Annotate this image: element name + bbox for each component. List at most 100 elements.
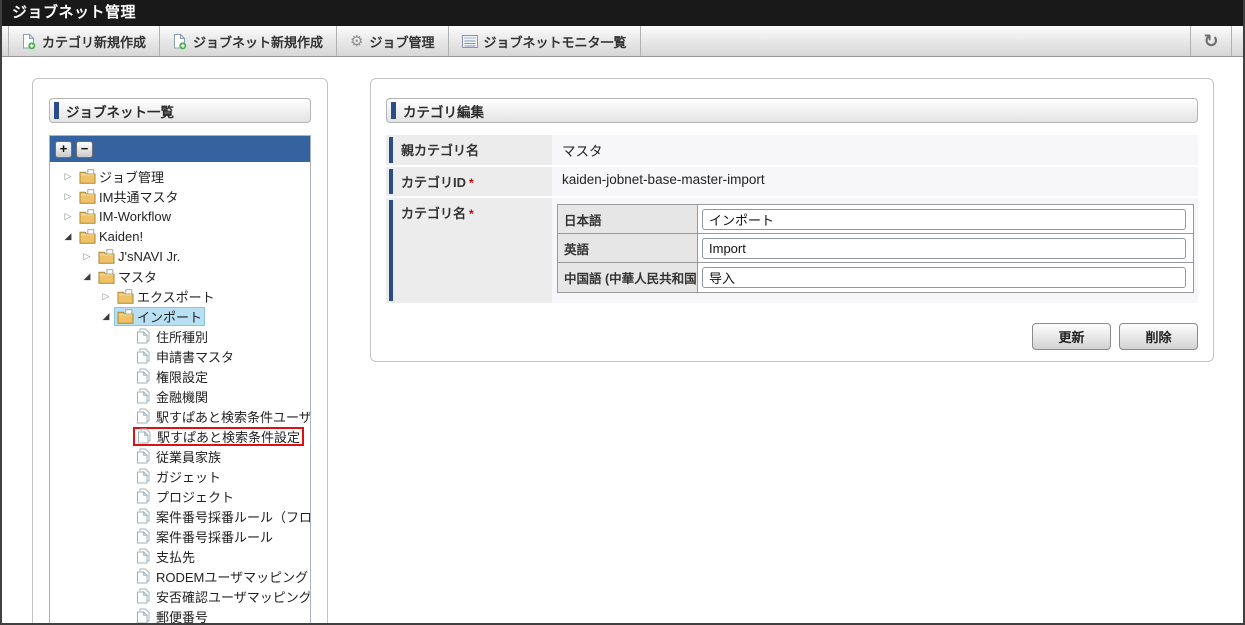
tree-item[interactable]: 支払先 — [50, 546, 310, 566]
tree-item[interactable]: ◢ インポート — [50, 306, 310, 326]
tree-item-label: インポート — [137, 309, 203, 325]
tree-item[interactable]: 従業員家族 — [50, 446, 310, 466]
expand-node-icon[interactable]: ▷ — [98, 286, 114, 306]
delete-button[interactable]: 削除 — [1119, 323, 1198, 350]
tree-item[interactable]: 郵便番号 — [50, 606, 310, 623]
tree-item[interactable]: 住所種別 — [50, 326, 310, 346]
tree-node[interactable]: インポート — [114, 306, 206, 326]
tree-item[interactable]: ▷ IM-Workflow — [50, 206, 310, 226]
tree-item[interactable]: 案件番号採番ルール — [50, 526, 310, 546]
folder-icon — [117, 308, 134, 324]
folder-icon — [79, 168, 96, 184]
tree-node[interactable]: 申請書マスタ — [133, 347, 237, 366]
toolbar-buttons: カテゴリ新規作成 ジョブネット新規作成 ⚙ ジョブ管理 ジョブネットモニタ一覧 — [8, 26, 641, 56]
locale-input-cell — [698, 234, 1193, 262]
expand-node-icon[interactable]: ▷ — [60, 186, 76, 206]
tree-node[interactable]: Kaiden! — [76, 227, 146, 246]
tree-item[interactable]: ▷ ジョブ管理 — [50, 166, 310, 186]
collapse-node-icon[interactable]: ◢ — [60, 226, 76, 246]
tree-node[interactable]: RODEMユーザマッピング — [133, 567, 310, 586]
accent-bar — [54, 102, 59, 119]
expand-node-icon[interactable]: ▷ — [79, 246, 95, 266]
locale-label: 日本語 — [558, 205, 698, 233]
tree-item[interactable]: ◢ Kaiden! — [50, 226, 310, 246]
category-name-input[interactable] — [702, 267, 1186, 288]
gear-icon: ⚙ — [350, 32, 364, 50]
tree-item-label: ジョブ管理 — [99, 169, 165, 185]
tree-item-label: 案件番号採番ルール — [156, 529, 274, 545]
tree-item[interactable]: 駅すぱあと検索条件ユーザマッピング — [50, 406, 310, 426]
category-name-input[interactable] — [702, 237, 1186, 259]
tree-node[interactable]: 案件番号採番ルール — [133, 527, 276, 546]
tree-node[interactable]: IM-Workflow — [76, 207, 174, 226]
tree-node[interactable]: 案件番号採番ルール（フロー） — [133, 507, 310, 526]
accent-bar — [391, 102, 396, 119]
toolbar-button[interactable]: ジョブネットモニタ一覧 — [449, 26, 641, 56]
category-id-row: カテゴリID * kaiden-jobnet-base-master-import — [386, 167, 1198, 196]
tree-node[interactable]: プロジェクト — [133, 487, 237, 506]
tree-item[interactable]: 権限設定 — [50, 366, 310, 386]
tree-node[interactable]: ガジェット — [133, 467, 224, 486]
tree-node[interactable]: 郵便番号 — [133, 607, 211, 623]
tree-item-label: 申請書マスタ — [156, 349, 235, 365]
collapse-node-icon[interactable]: ◢ — [79, 266, 95, 286]
tree-item-label: 駅すぱあと検索条件ユーザマッピング — [156, 409, 311, 425]
tree-item[interactable]: 案件番号採番ルール（フロー） — [50, 506, 310, 526]
folder-icon — [98, 248, 115, 264]
document-icon — [136, 348, 153, 364]
tree-item-label: プロジェクト — [156, 489, 235, 505]
tree-node[interactable]: 駅すぱあと検索条件ユーザマッピング — [133, 407, 311, 426]
tree-item[interactable]: ▷ エクスポート — [50, 286, 310, 306]
toolbar-button-label: ジョブネットモニタ一覧 — [483, 34, 627, 50]
tree-item-label: 権限設定 — [156, 369, 209, 385]
page-title: ジョブネット管理 — [2, 0, 1243, 26]
tree-node[interactable]: 支払先 — [133, 547, 198, 566]
expand-all-button[interactable]: + — [55, 140, 72, 158]
tree-node[interactable]: 駅すぱあと検索条件設定 — [133, 426, 305, 446]
document-icon — [136, 488, 153, 504]
list-icon — [461, 34, 478, 48]
expand-node-icon[interactable]: ▷ — [60, 166, 76, 186]
category-id-label: カテゴリID — [401, 175, 467, 190]
category-name-input[interactable] — [702, 208, 1186, 230]
tree-item[interactable]: 金融機関 — [50, 386, 310, 406]
tree-node[interactable]: 権限設定 — [133, 367, 211, 386]
tree-item[interactable]: ◢ マスタ — [50, 266, 310, 286]
collapse-node-icon[interactable]: ◢ — [98, 306, 114, 326]
tree-node[interactable]: J'sNAVI Jr. — [95, 247, 183, 266]
parent-category-label-cell: 親カテゴリ名 — [386, 135, 552, 165]
locale-row: 日本語 — [558, 205, 1193, 234]
jobnet-tree-list: ▷ ジョブ管理 ▷ IM共通マスタ ▷ IM-Workflow ◢ Kaiden! ▷ J'sNA… — [50, 162, 310, 623]
tree-item[interactable]: ▷ J'sNAVI Jr. — [50, 246, 310, 266]
document-icon — [136, 508, 153, 524]
expand-node-icon[interactable]: ▷ — [60, 206, 76, 226]
tree-item[interactable]: ▷ IM共通マスタ — [50, 186, 310, 206]
tree-item[interactable]: 駅すぱあと検索条件設定 — [50, 426, 310, 446]
tree-node[interactable]: エクスポート — [114, 287, 218, 306]
toolbar-button[interactable]: ⚙ ジョブ管理 — [337, 26, 449, 56]
tree-item[interactable]: ガジェット — [50, 466, 310, 486]
refresh-button[interactable]: ↻ — [1190, 26, 1232, 56]
category-name-label-cell: カテゴリ名 * — [386, 198, 552, 303]
folder-icon — [98, 268, 115, 284]
tree-node[interactable]: 住所種別 — [133, 327, 211, 346]
refresh-icon: ↻ — [1203, 31, 1219, 51]
parent-category-label: 親カテゴリ名 — [401, 143, 480, 158]
toolbar-button[interactable]: ジョブネット新規作成 — [160, 26, 338, 56]
tree-node[interactable]: マスタ — [95, 267, 160, 286]
tree-node[interactable]: ジョブ管理 — [76, 167, 167, 186]
tree-node[interactable]: 安否確認ユーザマッピング — [133, 587, 310, 606]
tree-item[interactable]: 申請書マスタ — [50, 346, 310, 366]
collapse-all-button[interactable]: − — [76, 140, 93, 158]
update-button[interactable]: 更新 — [1032, 323, 1111, 350]
category-edit-title: カテゴリ編集 — [403, 104, 484, 120]
tree-node[interactable]: IM共通マスタ — [76, 187, 181, 206]
tree-item[interactable]: 安否確認ユーザマッピング — [50, 586, 310, 606]
toolbar-button[interactable]: カテゴリ新規作成 — [8, 26, 161, 56]
document-icon — [136, 468, 153, 484]
tree-item[interactable]: プロジェクト — [50, 486, 310, 506]
tree-item[interactable]: RODEMユーザマッピング — [50, 566, 310, 586]
tree-node[interactable]: 金融機関 — [133, 387, 211, 406]
tree-node[interactable]: 従業員家族 — [133, 447, 224, 466]
